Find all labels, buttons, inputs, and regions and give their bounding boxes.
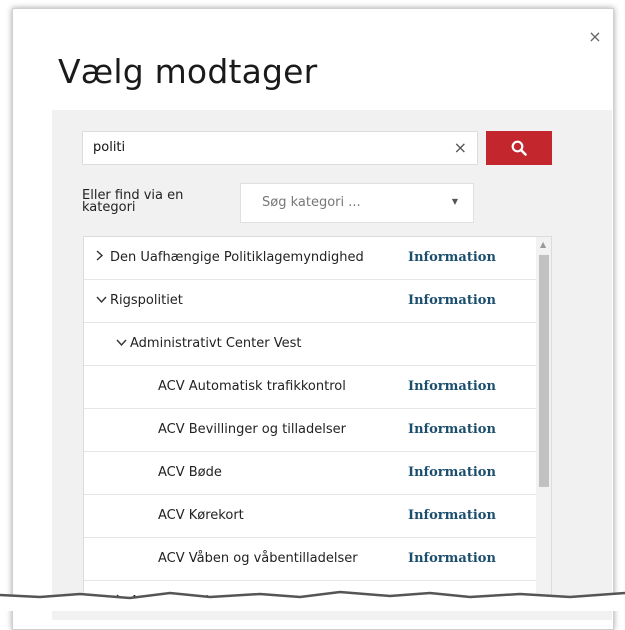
information-link[interactable]: Information [408,379,496,394]
category-placeholder: Søg kategori ... [262,195,361,210]
list-item[interactable]: ACV Automatisk trafikkontrol Information [84,366,536,409]
information-link[interactable]: Information [408,465,496,480]
list-item[interactable]: ACV Våben og våbentilladelser Information [84,538,536,581]
list-item[interactable]: Rigspolitiet Information [84,280,536,323]
list-item-label: ACV Automatisk trafikkontrol [158,379,346,394]
list-item-label: ACV Bevillinger og tilladelser [158,422,347,437]
information-link[interactable]: Information [408,422,496,437]
chevron-down-icon[interactable] [96,293,110,308]
list-item-label: Rigspolitiet [110,293,183,308]
information-link[interactable]: Information [408,551,496,566]
information-link[interactable]: Information [408,508,496,523]
list-item-label: ACV Våben og våbentilladelser [158,551,358,566]
search-input[interactable]: politi [93,140,125,155]
list-item[interactable]: ACV Kørekort Information [84,495,536,538]
torn-edge [0,590,625,611]
list-item[interactable]: Administrativt Center Vest [84,323,536,366]
chevron-down-icon: ▼ [451,197,458,206]
scroll-up-icon[interactable]: ▲ [540,240,546,249]
chevron-right-icon[interactable] [96,250,110,265]
list-item-label: ACV Kørekort [158,508,244,523]
dialog-title: Vælg modtager [58,52,318,91]
list-item-label: Den Uafhængige Politiklagemyndighed [110,250,364,265]
category-select[interactable]: Søg kategori ... ▼ [240,183,474,223]
list-item[interactable]: ACV Bevillinger og tilladelser Informatio… [84,409,536,452]
chevron-down-icon[interactable] [116,336,130,351]
list-item-label: Administrativt Center Vest [130,336,302,351]
list-item-label: ACV Bøde [158,465,222,480]
clear-icon[interactable]: × [454,138,467,157]
results-list: Den Uafhængige Politiklagemyndighed Infor… [83,236,552,611]
information-link[interactable]: Information [408,293,496,308]
search-button[interactable] [486,131,552,165]
list-item[interactable]: Den Uafhængige Politiklagemyndighed Infor… [84,237,536,280]
list-item[interactable]: ACV Bøde Information [84,452,536,495]
close-icon[interactable]: × [586,28,604,46]
scrollbar-thumb[interactable] [539,255,549,487]
category-label: Eller find via en kategori [82,188,184,215]
search-icon [511,140,527,156]
search-field[interactable]: politi × [82,131,478,165]
information-link[interactable]: Information [408,250,496,265]
scrollbar[interactable]: ▲ [536,237,551,611]
